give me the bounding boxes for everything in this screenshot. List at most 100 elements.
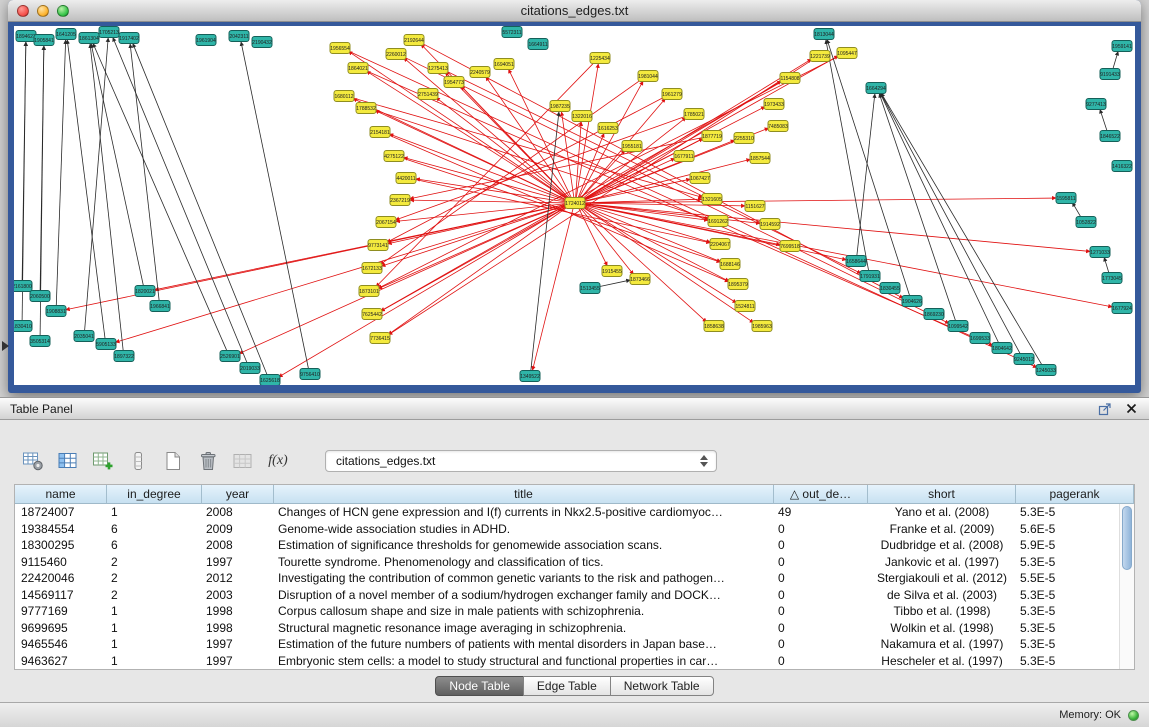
graph-node[interactable]: 1724012 [565,198,585,209]
table-row[interactable]: 969969511998Structural magnetic resonanc… [15,620,1118,637]
table-row[interactable]: 1872400712008Changes of HCN gene express… [15,504,1118,521]
graph-node[interactable]: 1904626 [902,296,922,307]
graph-node[interactable]: 1873101 [359,286,379,297]
graph-node[interactable]: 5905133 [96,339,116,350]
graph-node[interactable]: 1321605 [702,194,722,205]
graph-node[interactable]: 1917402 [119,33,139,44]
graph-node[interactable]: 2035041 [74,331,94,342]
graph-node[interactable]: 1877719 [702,131,722,142]
graph-node[interactable]: 9191433 [1100,69,1120,80]
graph-node[interactable]: 1959141 [1112,41,1132,52]
close-button[interactable] [17,5,29,17]
graph-node[interactable]: 1658644 [846,256,866,267]
single-column-button[interactable] [125,448,151,474]
graph-node[interactable]: 7485083 [768,121,788,132]
graph-node[interactable]: 1067427 [690,173,710,184]
graph-node[interactable]: 1677924 [1112,303,1132,314]
tab-node-table[interactable]: Node Table [435,676,524,696]
graph-node[interactable]: 9756410 [300,369,320,380]
minimize-button[interactable] [37,5,49,17]
graph-node[interactable]: 1861304 [79,33,99,44]
graph-node[interactable]: 1524811 [735,301,755,312]
graph-node[interactable]: 1625618 [260,375,280,386]
table-row[interactable]: 946554611997Estimation of the future num… [15,636,1118,653]
tab-network-table[interactable]: Network Table [610,676,714,696]
graph-node[interactable]: 1672133 [362,263,382,274]
graph-node[interactable]: 1864021 [348,63,368,74]
table-mode-button[interactable] [20,448,46,474]
graph-node[interactable]: 1914592 [760,219,780,230]
graph-node[interactable]: 1225434 [590,53,610,64]
network-graph[interactable]: 1724012195655418640212260012219264412754… [14,26,1135,385]
scrollbar-thumb[interactable] [1122,506,1132,570]
graph-node[interactable]: 1985963 [752,321,772,332]
new-file-button[interactable] [160,448,186,474]
graph-node[interactable]: 1688146 [720,259,740,270]
show-columns-button[interactable] [55,448,81,474]
column-header-year[interactable]: year [202,485,274,504]
graph-node[interactable]: 1804642 [992,343,1012,354]
graph-node[interactable]: 7699518 [780,241,800,252]
graph-node[interactable]: 1513455 [580,283,600,294]
graph-node[interactable]: 1788532 [356,103,376,114]
table-selector[interactable]: citations_edges.txt [325,450,717,472]
graph-node[interactable]: 2240579 [470,67,490,78]
graph-node[interactable]: 2190432 [252,37,272,48]
table-row[interactable]: 946362711997Embryonic stem cells: a mode… [15,653,1118,670]
table-row[interactable]: 977716911998Corpus callosum shape and si… [15,603,1118,620]
graph-node[interactable]: 1052822 [1076,217,1096,228]
function-builder-button[interactable]: f(x) [265,448,291,474]
graph-node[interactable]: 1151627 [745,201,765,212]
graph-node[interactable]: 7625442 [362,309,382,320]
graph-node[interactable]: 2161800 [14,281,32,292]
graph-node[interactable]: 1691262 [708,216,728,227]
graph-node[interactable]: 5572311 [502,27,522,38]
graph-node[interactable]: 1664911 [528,39,548,50]
graph-node[interactable]: 4420011 [396,173,416,184]
graph-node[interactable]: 1961904 [196,35,216,46]
graph-node[interactable]: 1616253 [598,123,618,134]
graph-node[interactable]: 2751439 [418,89,438,100]
graph-node[interactable]: 1956554 [330,43,350,54]
table-row[interactable]: 911546021997Tourette syndrome. Phenomeno… [15,554,1118,571]
graph-node[interactable]: 1873466 [630,274,650,285]
vertical-scrollbar[interactable] [1119,504,1134,669]
graph-node[interactable]: 1858638 [704,321,724,332]
column-header-title[interactable]: title [274,485,774,504]
graph-node[interactable]: 1221739 [810,51,830,62]
graph-node[interactable]: 1664294 [866,83,886,94]
graph-node[interactable]: 1705213 [99,27,119,38]
graph-node[interactable]: 1830410 [14,321,32,332]
merge-tables-button[interactable] [230,448,256,474]
tab-edge-table[interactable]: Edge Table [523,676,611,696]
graph-node[interactable]: 1857544 [750,153,770,164]
graph-node[interactable]: 1699533 [970,333,990,344]
graph-node[interactable]: 1349522 [520,371,540,382]
graph-node[interactable]: 1773045 [1102,273,1122,284]
graph-node[interactable]: 1785021 [684,109,704,120]
graph-node[interactable]: 1095447 [837,48,857,59]
graph-node[interactable]: 1680112 [334,91,354,102]
zoom-button[interactable] [57,5,69,17]
graph-node[interactable]: 7736415 [370,333,390,344]
network-canvas[interactable]: 1724012195655418640212260012219264412754… [14,26,1135,385]
graph-node[interactable]: 2067154 [376,217,396,228]
graph-node[interactable]: 1987235 [550,101,570,112]
graph-node[interactable]: 1791931 [860,271,880,282]
graph-node[interactable]: 1271033 [1090,247,1110,258]
window-titlebar[interactable]: citations_edges.txt [8,0,1141,22]
graph-node[interactable]: 1641205 [56,29,76,40]
graph-node[interactable]: 1322016 [572,111,592,122]
column-header-in_degree[interactable]: in_degree [107,485,202,504]
graph-node[interactable]: 1813044 [814,29,834,40]
graph-node[interactable]: 2192644 [404,35,424,46]
graph-node[interactable]: 1869230 [924,309,944,320]
graph-node[interactable]: 2204067 [710,239,730,250]
create-column-button[interactable] [90,448,116,474]
graph-node[interactable]: 1981044 [638,71,658,82]
graph-node[interactable]: 2260012 [386,49,406,60]
graph-node[interactable]: 1245033 [1036,365,1056,376]
graph-node[interactable]: 1905841 [34,35,54,46]
graph-node[interactable]: 1966841 [150,301,170,312]
close-panel-button[interactable] [1126,403,1137,414]
